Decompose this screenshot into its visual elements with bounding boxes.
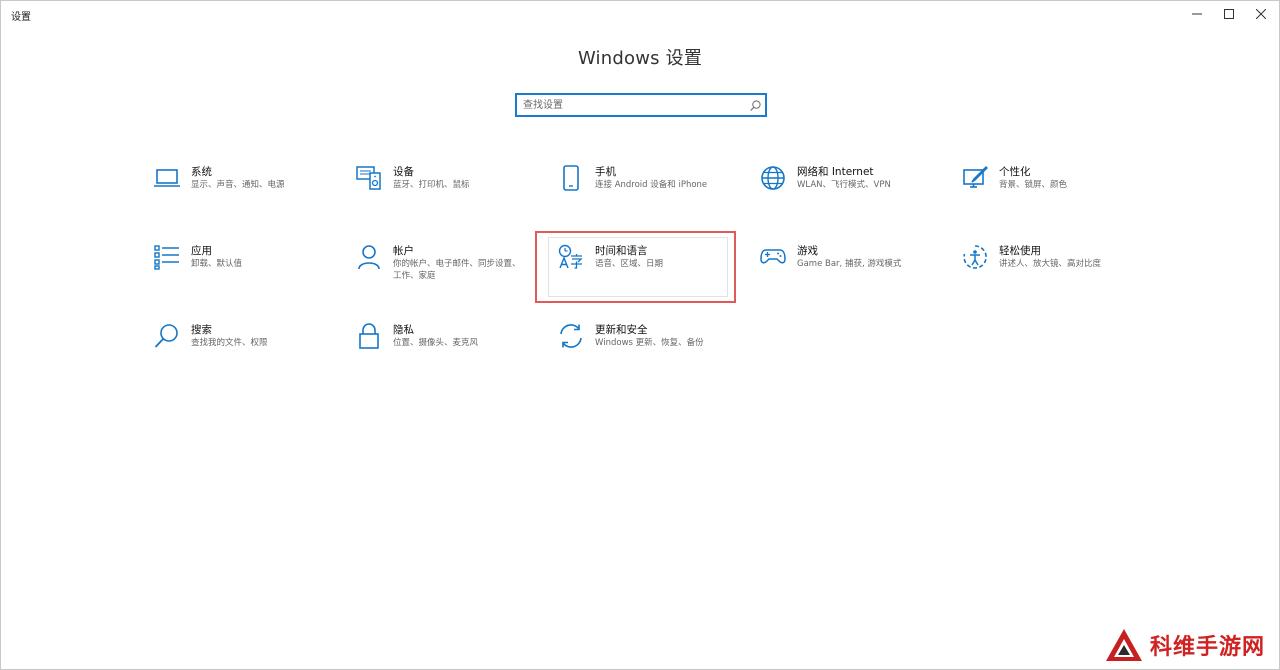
watermark: 科维手游网 (1104, 627, 1265, 663)
tile-description: 讲述人、放大镜、高对比度 (999, 259, 1102, 269)
tile-description: 背景、锁屏、颜色 (999, 180, 1068, 190)
tile-description: 你的帐户、电子邮件、同步设置、工作、家庭 (393, 259, 521, 281)
tile-label: 个性化 (999, 166, 1031, 178)
tile-update-security[interactable]: 更新和安全 Windows 更新、恢复、备份 (557, 322, 747, 372)
tile-accounts[interactable]: 帐户 你的帐户、电子邮件、同步设置、工作、家庭 (355, 243, 545, 293)
app-title: 设置 (11, 12, 31, 23)
tile-apps[interactable]: 应用 卸载、默认值 (153, 243, 343, 293)
time-language-icon (557, 243, 585, 271)
phone-icon (557, 164, 585, 192)
tile-description: 位置、摄像头、麦克风 (393, 338, 479, 348)
tile-description: Game Bar, 捕获, 游戏模式 (797, 259, 902, 269)
tile-label: 手机 (595, 166, 616, 178)
tile-label: 网络和 Internet (797, 166, 874, 178)
tile-label: 应用 (191, 245, 212, 257)
ease-of-access-icon (961, 243, 989, 271)
tile-privacy[interactable]: 隐私 位置、摄像头、麦克风 (355, 322, 545, 372)
maximize-button[interactable] (1213, 1, 1245, 27)
tile-description: WLAN、飞行模式、VPN (797, 180, 891, 190)
search-box[interactable] (515, 93, 767, 117)
tile-label: 设备 (393, 166, 414, 178)
tile-phone[interactable]: 手机 连接 Android 设备和 iPhone (557, 164, 747, 214)
gamepad-icon (759, 243, 787, 271)
page-title: Windows 设置 (577, 48, 703, 69)
close-icon (1256, 9, 1266, 19)
tile-description: 语音、区域、日期 (595, 259, 664, 269)
globe-icon (759, 164, 787, 192)
tile-description: 查找我的文件、权限 (191, 338, 268, 348)
tile-label: 系统 (191, 166, 212, 178)
search-input[interactable] (517, 95, 745, 115)
search-icon (153, 322, 181, 350)
tile-label: 游戏 (797, 245, 818, 257)
tile-description: 连接 Android 设备和 iPhone (595, 180, 708, 190)
close-button[interactable] (1245, 1, 1277, 27)
lock-icon (355, 322, 383, 350)
settings-window: 设置 Windows 设置 系统 显示、声音、通知、电源 设备 蓝牙、打印机、鼠 (0, 0, 1280, 670)
devices-icon (355, 164, 383, 192)
tile-devices[interactable]: 设备 蓝牙、打印机、鼠标 (355, 164, 545, 214)
title-bar: 设置 (1, 1, 1279, 29)
tile-label: 搜索 (191, 324, 212, 336)
watermark-text: 科维手游网 (1149, 635, 1265, 660)
minimize-icon (1192, 13, 1202, 15)
tile-label: 轻松使用 (999, 245, 1041, 257)
maximize-icon (1224, 9, 1234, 19)
personalization-icon (961, 164, 989, 192)
watermark-logo-icon (1105, 629, 1142, 661)
tile-label: 更新和安全 (595, 324, 648, 336)
person-icon (355, 243, 383, 271)
apps-list-icon (153, 243, 181, 271)
tile-description: 卸载、默认值 (191, 259, 243, 269)
tile-gaming[interactable]: 游戏 Game Bar, 捕获, 游戏模式 (759, 243, 949, 293)
tile-description: 显示、声音、通知、电源 (191, 180, 285, 190)
tile-label: 隐私 (393, 324, 414, 336)
tile-search[interactable]: 搜索 查找我的文件、权限 (153, 322, 343, 372)
tile-label: 帐户 (393, 245, 414, 257)
search-icon[interactable] (745, 95, 765, 115)
tile-system[interactable]: 系统 显示、声音、通知、电源 (153, 164, 343, 214)
tile-network[interactable]: 网络和 Internet WLAN、飞行模式、VPN (759, 164, 949, 214)
laptop-icon (153, 164, 181, 192)
tile-description: Windows 更新、恢复、备份 (595, 338, 704, 348)
tile-time-language[interactable]: 时间和语言 语音、区域、日期 (557, 243, 747, 293)
tile-ease-of-access[interactable]: 轻松使用 讲述人、放大镜、高对比度 (961, 243, 1151, 293)
tile-description: 蓝牙、打印机、鼠标 (393, 180, 470, 190)
tile-label: 时间和语言 (595, 245, 648, 257)
sync-icon (557, 322, 585, 350)
tile-personalization[interactable]: 个性化 背景、锁屏、颜色 (961, 164, 1151, 214)
minimize-button[interactable] (1181, 1, 1213, 27)
